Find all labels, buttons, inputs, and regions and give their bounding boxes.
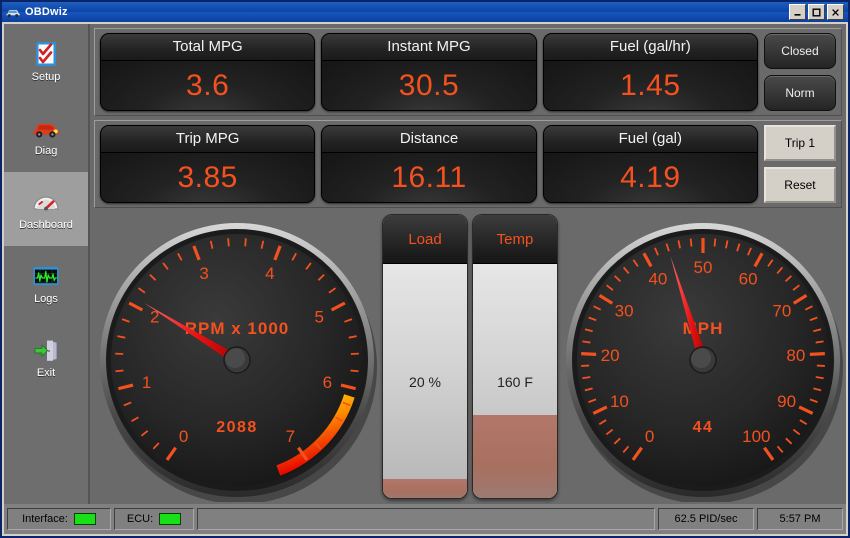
- readout-label: Distance: [322, 126, 536, 153]
- svg-text:70: 70: [772, 302, 791, 321]
- load-bar-fill: [383, 478, 467, 498]
- temp-bar-label: Temp: [473, 215, 557, 264]
- svg-text:0: 0: [645, 427, 654, 446]
- trip-buttons: Trip 1 Reset: [763, 125, 836, 203]
- clock: 5:57 PM: [757, 508, 843, 530]
- readout-fuel-total: Fuel (gal) 4.19: [542, 125, 758, 203]
- sidebar-item-label: Exit: [36, 366, 56, 379]
- car-icon: [5, 5, 21, 19]
- maximize-button[interactable]: [808, 4, 825, 20]
- temp-bar-body: 160 F: [473, 264, 557, 498]
- svg-text:90: 90: [777, 392, 796, 411]
- reset-button[interactable]: Reset: [763, 167, 836, 203]
- sidebar-item-label: Dashboard: [19, 218, 73, 231]
- svg-text:7: 7: [286, 427, 295, 446]
- temp-bar-value: 160 F: [497, 374, 533, 390]
- speedometer-gauge: 0 10 20 30 40 50 60 70 80 90 100 MPH 44: [562, 212, 844, 502]
- status-message: [197, 508, 655, 530]
- svg-text:40: 40: [648, 270, 667, 289]
- obdwiz-window: OBDwiz Setup Diag Dashboard Logs Exit To…: [0, 0, 850, 538]
- loop-status-button[interactable]: Closed: [763, 33, 836, 69]
- readout-fuel-rate: Fuel (gal/hr) 1.45: [542, 33, 758, 111]
- ecu-status: ECU:: [114, 508, 194, 530]
- fuel-status-button[interactable]: Norm: [763, 75, 836, 111]
- ecu-led: [159, 513, 182, 525]
- readout-label: Instant MPG: [322, 34, 536, 61]
- svg-text:2088: 2088: [216, 419, 258, 436]
- minimize-button[interactable]: [789, 4, 806, 20]
- svg-text:3: 3: [199, 264, 208, 283]
- gauge-icon: [31, 188, 61, 216]
- load-bar-label: Load: [383, 215, 467, 264]
- svg-text:1: 1: [142, 373, 151, 392]
- sidebar-item-label: Diag: [34, 144, 58, 157]
- load-bar-body: 20 %: [383, 264, 467, 498]
- readout-value: 16.11: [322, 153, 536, 202]
- readout-label: Fuel (gal): [543, 126, 757, 153]
- readout-value: 3.85: [101, 153, 315, 202]
- readout-instant-mpg: Instant MPG 30.5: [321, 33, 537, 111]
- waveform-icon: [31, 262, 61, 290]
- svg-text:0: 0: [179, 427, 188, 446]
- client-area: Setup Diag Dashboard Logs Exit Total MPG…: [4, 24, 846, 504]
- sidebar-item-dashboard[interactable]: Dashboard: [4, 172, 88, 246]
- load-bar: Load 20 %: [382, 214, 468, 499]
- trip-button[interactable]: Trip 1: [763, 125, 836, 161]
- sidebar-item-label: Setup: [31, 70, 61, 83]
- ecu-label: ECU:: [126, 513, 154, 525]
- tachometer-gauge: 0 1 2 3 4 5 6 7 RPM x 1000 2088: [96, 212, 378, 502]
- readout-value: 3.6: [101, 61, 315, 110]
- title-bar: OBDwiz: [2, 2, 848, 22]
- svg-text:60: 60: [739, 270, 758, 289]
- status-bar: Interface: ECU: 62.5 PID/sec 5:57 PM: [4, 504, 846, 534]
- readout-trip-mpg: Trip MPG 3.85: [100, 125, 316, 203]
- readout-row-bottom: Trip MPG 3.85 Distance 16.11 Fuel (gal) …: [94, 120, 842, 208]
- svg-text:6: 6: [323, 373, 332, 392]
- readout-distance: Distance 16.11: [321, 125, 537, 203]
- sidebar-item-exit[interactable]: Exit: [4, 320, 88, 394]
- sidebar-item-label: Logs: [34, 292, 58, 305]
- svg-text:2: 2: [150, 308, 159, 327]
- pid-rate: 62.5 PID/sec: [658, 508, 754, 530]
- svg-text:4: 4: [265, 264, 274, 283]
- window-controls: [789, 4, 844, 20]
- svg-text:44: 44: [693, 419, 714, 436]
- svg-text:30: 30: [615, 302, 634, 321]
- readout-total-mpg: Total MPG 3.6: [100, 33, 316, 111]
- temp-bar: Temp 160 F: [472, 214, 558, 499]
- sidebar-item-setup[interactable]: Setup: [4, 24, 88, 98]
- interface-status: Interface:: [7, 508, 111, 530]
- svg-text:50: 50: [694, 258, 713, 277]
- load-bar-value: 20 %: [409, 374, 441, 390]
- svg-text:80: 80: [786, 346, 805, 365]
- svg-text:10: 10: [610, 392, 629, 411]
- readout-value: 1.45: [543, 61, 757, 110]
- loop-status-buttons: Closed Norm: [763, 33, 836, 111]
- svg-text:5: 5: [314, 308, 323, 327]
- dashboard-main: Total MPG 3.6 Instant MPG 30.5 Fuel (gal…: [90, 24, 846, 504]
- sidebar-item-diag[interactable]: Diag: [4, 98, 88, 172]
- temp-bar-fill: [473, 415, 557, 498]
- readout-value: 30.5: [322, 61, 536, 110]
- readout-value: 4.19: [543, 153, 757, 202]
- close-button[interactable]: [827, 4, 844, 20]
- readout-label: Fuel (gal/hr): [543, 34, 757, 61]
- car-icon: [31, 114, 61, 142]
- checklist-icon: [31, 40, 61, 68]
- readout-row-top: Total MPG 3.6 Instant MPG 30.5 Fuel (gal…: [94, 28, 842, 116]
- svg-text:20: 20: [601, 346, 620, 365]
- readout-label: Trip MPG: [101, 126, 315, 153]
- sidebar: Setup Diag Dashboard Logs Exit: [4, 24, 90, 504]
- window-title: OBDwiz: [25, 6, 68, 18]
- readout-label: Total MPG: [101, 34, 315, 61]
- interface-led: [73, 513, 96, 525]
- exit-door-icon: [31, 336, 61, 364]
- svg-text:100: 100: [742, 427, 770, 446]
- sidebar-item-logs[interactable]: Logs: [4, 246, 88, 320]
- interface-label: Interface:: [22, 513, 68, 525]
- gauge-area: 0 1 2 3 4 5 6 7 RPM x 1000 2088 Load 20 % Temp 16…: [90, 212, 846, 504]
